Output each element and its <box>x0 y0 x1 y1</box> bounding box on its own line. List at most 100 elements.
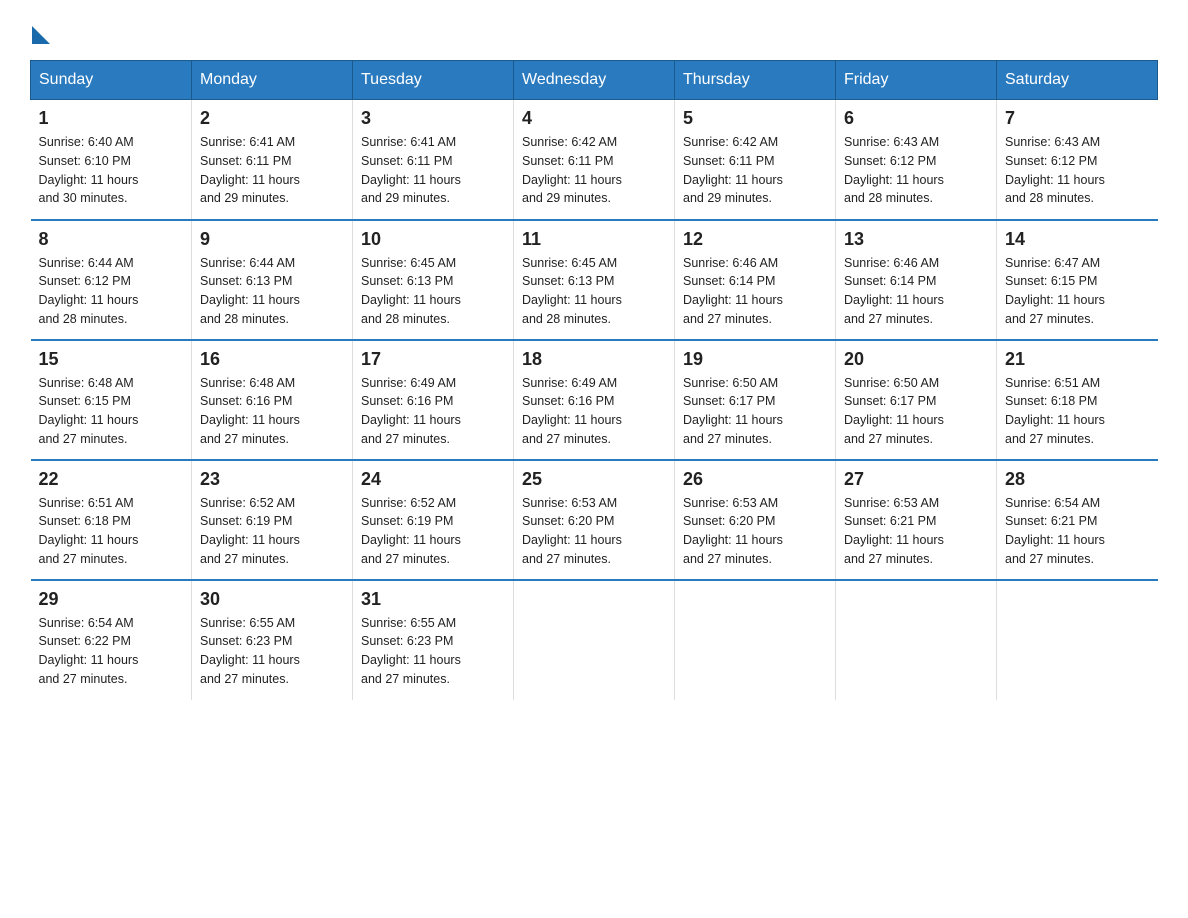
day-header-wednesday: Wednesday <box>514 61 675 100</box>
calendar-cell <box>997 580 1158 700</box>
day-number: 24 <box>361 469 505 490</box>
day-number: 12 <box>683 229 827 250</box>
calendar-cell: 5 Sunrise: 6:42 AMSunset: 6:11 PMDaylight… <box>675 100 836 220</box>
day-number: 18 <box>522 349 666 370</box>
day-info: Sunrise: 6:43 AMSunset: 6:12 PMDaylight:… <box>1005 133 1150 208</box>
day-info: Sunrise: 6:51 AMSunset: 6:18 PMDaylight:… <box>1005 374 1150 449</box>
calendar-cell: 4 Sunrise: 6:42 AMSunset: 6:11 PMDaylight… <box>514 100 675 220</box>
header-row: SundayMondayTuesdayWednesdayThursdayFrid… <box>31 61 1158 100</box>
day-number: 22 <box>39 469 184 490</box>
day-number: 17 <box>361 349 505 370</box>
day-info: Sunrise: 6:48 AMSunset: 6:15 PMDaylight:… <box>39 374 184 449</box>
calendar-cell: 11Sunrise: 6:45 AMSunset: 6:13 PMDayligh… <box>514 220 675 340</box>
day-number: 29 <box>39 589 184 610</box>
day-info: Sunrise: 6:45 AMSunset: 6:13 PMDaylight:… <box>361 254 505 329</box>
day-number: 3 <box>361 108 505 129</box>
day-number: 25 <box>522 469 666 490</box>
calendar-cell: 27 Sunrise: 6:53 AMSunset: 6:21 PMDayligh… <box>836 460 997 580</box>
calendar-week-row: 8 Sunrise: 6:44 AMSunset: 6:12 PMDaylight… <box>31 220 1158 340</box>
day-header-saturday: Saturday <box>997 61 1158 100</box>
calendar-cell: 25 Sunrise: 6:53 AMSunset: 6:20 PMDayligh… <box>514 460 675 580</box>
calendar-cell: 28 Sunrise: 6:54 AMSunset: 6:21 PMDayligh… <box>997 460 1158 580</box>
day-info: Sunrise: 6:55 AMSunset: 6:23 PMDaylight:… <box>361 614 505 689</box>
day-info: Sunrise: 6:53 AMSunset: 6:20 PMDaylight:… <box>683 494 827 569</box>
day-info: Sunrise: 6:41 AMSunset: 6:11 PMDaylight:… <box>200 133 344 208</box>
calendar-cell: 13Sunrise: 6:46 AMSunset: 6:14 PMDayligh… <box>836 220 997 340</box>
calendar-cell: 10 Sunrise: 6:45 AMSunset: 6:13 PMDayligh… <box>353 220 514 340</box>
calendar-cell: 12 Sunrise: 6:46 AMSunset: 6:14 PMDayligh… <box>675 220 836 340</box>
day-number: 8 <box>39 229 184 250</box>
logo <box>30 20 50 40</box>
calendar-table: SundayMondayTuesdayWednesdayThursdayFrid… <box>30 60 1158 700</box>
calendar-cell: 6 Sunrise: 6:43 AMSunset: 6:12 PMDaylight… <box>836 100 997 220</box>
day-info: Sunrise: 6:48 AMSunset: 6:16 PMDaylight:… <box>200 374 344 449</box>
day-number: 11 <box>522 229 666 250</box>
day-number: 28 <box>1005 469 1150 490</box>
day-number: 26 <box>683 469 827 490</box>
day-number: 4 <box>522 108 666 129</box>
day-number: 27 <box>844 469 988 490</box>
calendar-cell: 1Sunrise: 6:40 AMSunset: 6:10 PMDaylight… <box>31 100 192 220</box>
day-info: Sunrise: 6:41 AMSunset: 6:11 PMDaylight:… <box>361 133 505 208</box>
day-info: Sunrise: 6:55 AMSunset: 6:23 PMDaylight:… <box>200 614 344 689</box>
day-info: Sunrise: 6:54 AMSunset: 6:22 PMDaylight:… <box>39 614 184 689</box>
day-number: 9 <box>200 229 344 250</box>
day-number: 14 <box>1005 229 1150 250</box>
calendar-cell <box>836 580 997 700</box>
day-info: Sunrise: 6:53 AMSunset: 6:20 PMDaylight:… <box>522 494 666 569</box>
calendar-cell: 18 Sunrise: 6:49 AMSunset: 6:16 PMDayligh… <box>514 340 675 460</box>
day-number: 23 <box>200 469 344 490</box>
day-header-thursday: Thursday <box>675 61 836 100</box>
day-number: 30 <box>200 589 344 610</box>
day-number: 5 <box>683 108 827 129</box>
logo-arrow-icon <box>32 26 50 44</box>
day-info: Sunrise: 6:49 AMSunset: 6:16 PMDaylight:… <box>361 374 505 449</box>
page-header <box>30 20 1158 40</box>
day-info: Sunrise: 6:44 AMSunset: 6:12 PMDaylight:… <box>39 254 184 329</box>
calendar-week-row: 29 Sunrise: 6:54 AMSunset: 6:22 PMDayligh… <box>31 580 1158 700</box>
day-number: 10 <box>361 229 505 250</box>
calendar-cell: 14 Sunrise: 6:47 AMSunset: 6:15 PMDayligh… <box>997 220 1158 340</box>
day-number: 1 <box>39 108 184 129</box>
calendar-week-row: 22Sunrise: 6:51 AMSunset: 6:18 PMDayligh… <box>31 460 1158 580</box>
calendar-cell: 29 Sunrise: 6:54 AMSunset: 6:22 PMDayligh… <box>31 580 192 700</box>
calendar-cell: 2 Sunrise: 6:41 AMSunset: 6:11 PMDaylight… <box>192 100 353 220</box>
calendar-cell: 21Sunrise: 6:51 AMSunset: 6:18 PMDayligh… <box>997 340 1158 460</box>
day-number: 19 <box>683 349 827 370</box>
calendar-cell: 7 Sunrise: 6:43 AMSunset: 6:12 PMDaylight… <box>997 100 1158 220</box>
day-header-sunday: Sunday <box>31 61 192 100</box>
day-info: Sunrise: 6:44 AMSunset: 6:13 PMDaylight:… <box>200 254 344 329</box>
calendar-cell: 16 Sunrise: 6:48 AMSunset: 6:16 PMDayligh… <box>192 340 353 460</box>
day-info: Sunrise: 6:46 AMSunset: 6:14 PMDaylight:… <box>683 254 827 329</box>
day-number: 6 <box>844 108 988 129</box>
day-info: Sunrise: 6:42 AMSunset: 6:11 PMDaylight:… <box>683 133 827 208</box>
calendar-cell: 23 Sunrise: 6:52 AMSunset: 6:19 PMDayligh… <box>192 460 353 580</box>
calendar-cell: 9 Sunrise: 6:44 AMSunset: 6:13 PMDaylight… <box>192 220 353 340</box>
calendar-week-row: 1Sunrise: 6:40 AMSunset: 6:10 PMDaylight… <box>31 100 1158 220</box>
day-number: 15 <box>39 349 184 370</box>
calendar-cell: 22Sunrise: 6:51 AMSunset: 6:18 PMDayligh… <box>31 460 192 580</box>
day-info: Sunrise: 6:50 AMSunset: 6:17 PMDaylight:… <box>683 374 827 449</box>
day-info: Sunrise: 6:54 AMSunset: 6:21 PMDaylight:… <box>1005 494 1150 569</box>
calendar-cell: 15 Sunrise: 6:48 AMSunset: 6:15 PMDayligh… <box>31 340 192 460</box>
calendar-cell: 24 Sunrise: 6:52 AMSunset: 6:19 PMDayligh… <box>353 460 514 580</box>
calendar-week-row: 15 Sunrise: 6:48 AMSunset: 6:15 PMDayligh… <box>31 340 1158 460</box>
day-number: 16 <box>200 349 344 370</box>
day-header-friday: Friday <box>836 61 997 100</box>
day-info: Sunrise: 6:42 AMSunset: 6:11 PMDaylight:… <box>522 133 666 208</box>
day-header-monday: Monday <box>192 61 353 100</box>
day-info: Sunrise: 6:47 AMSunset: 6:15 PMDaylight:… <box>1005 254 1150 329</box>
day-number: 13 <box>844 229 988 250</box>
day-info: Sunrise: 6:52 AMSunset: 6:19 PMDaylight:… <box>200 494 344 569</box>
calendar-cell: 3 Sunrise: 6:41 AMSunset: 6:11 PMDaylight… <box>353 100 514 220</box>
day-info: Sunrise: 6:43 AMSunset: 6:12 PMDaylight:… <box>844 133 988 208</box>
day-number: 2 <box>200 108 344 129</box>
day-number: 7 <box>1005 108 1150 129</box>
day-info: Sunrise: 6:49 AMSunset: 6:16 PMDaylight:… <box>522 374 666 449</box>
calendar-header: SundayMondayTuesdayWednesdayThursdayFrid… <box>31 61 1158 100</box>
day-info: Sunrise: 6:52 AMSunset: 6:19 PMDaylight:… <box>361 494 505 569</box>
day-header-tuesday: Tuesday <box>353 61 514 100</box>
day-number: 20 <box>844 349 988 370</box>
calendar-cell: 31Sunrise: 6:55 AMSunset: 6:23 PMDayligh… <box>353 580 514 700</box>
day-info: Sunrise: 6:53 AMSunset: 6:21 PMDaylight:… <box>844 494 988 569</box>
